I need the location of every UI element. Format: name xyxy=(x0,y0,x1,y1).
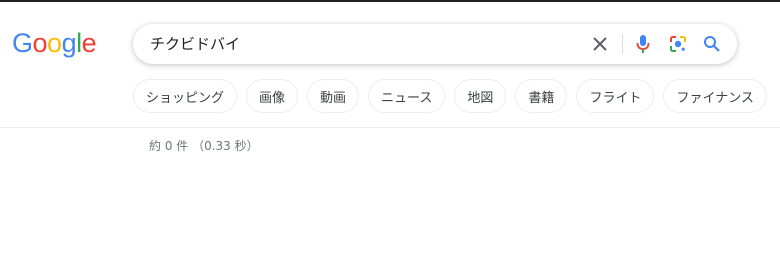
logo-letter: g xyxy=(61,28,77,58)
search-input[interactable]: チクビドバイ xyxy=(150,34,240,54)
search-tabs: ショッピング 画像 動画 ニュース 地図 書籍 フライト ファイナンス xyxy=(133,79,767,113)
microphone-icon[interactable] xyxy=(633,34,653,54)
tab-news[interactable]: ニュース xyxy=(368,79,446,113)
header-divider xyxy=(0,127,780,128)
tab-books[interactable]: 書籍 xyxy=(515,79,568,113)
lens-camera-icon[interactable] xyxy=(668,34,688,54)
logo-letter: e xyxy=(81,28,97,58)
clear-icon[interactable] xyxy=(590,34,610,54)
tab-videos[interactable]: 動画 xyxy=(307,79,360,113)
tab-shopping[interactable]: ショッピング xyxy=(133,79,238,113)
result-stats: 約 0 件 （0.33 秒） xyxy=(149,139,259,153)
tab-finance[interactable]: ファイナンス xyxy=(663,79,767,113)
top-border xyxy=(0,0,780,2)
divider xyxy=(622,34,623,54)
tab-maps[interactable]: 地図 xyxy=(454,79,507,113)
logo-letter: G xyxy=(12,28,33,58)
search-icon[interactable] xyxy=(702,34,722,54)
logo-letter: o xyxy=(32,28,48,58)
tab-flights[interactable]: フライト xyxy=(576,79,655,113)
logo-letter: o xyxy=(47,28,62,58)
search-box[interactable]: チクビドバイ xyxy=(133,24,737,64)
tab-images[interactable]: 画像 xyxy=(246,79,299,113)
google-logo[interactable]: Google xyxy=(12,27,97,59)
